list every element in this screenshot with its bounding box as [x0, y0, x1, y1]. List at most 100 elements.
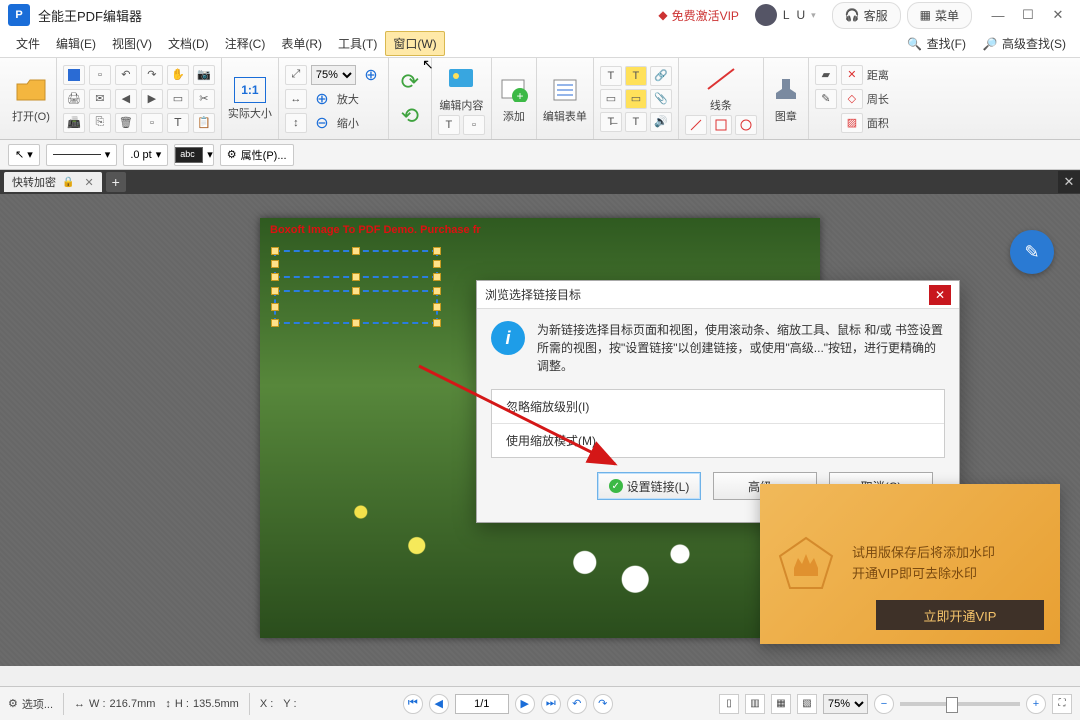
- add-button[interactable]: + 添加: [498, 74, 530, 124]
- last-page-button[interactable]: ⏭: [541, 694, 561, 714]
- opt-ignore-zoom[interactable]: 忽略缩放级别(I): [492, 390, 944, 424]
- trash-button[interactable]: 🗑: [115, 113, 137, 133]
- dialog-titlebar[interactable]: 浏览选择链接目标 ✕: [477, 281, 959, 309]
- fit-height-button[interactable]: ↕: [285, 113, 307, 133]
- undo-button[interactable]: ↶: [115, 65, 137, 85]
- vip-link[interactable]: ◆ 免费激活VIP: [658, 7, 739, 24]
- support-button[interactable]: 🎧 客服: [832, 2, 901, 29]
- arrow-tool[interactable]: ↖ ▾: [8, 144, 40, 166]
- view-single[interactable]: ▯: [719, 694, 739, 714]
- menu-comment[interactable]: 注释(C): [217, 31, 274, 56]
- tab-close-icon[interactable]: ✕: [84, 176, 93, 189]
- scan-button[interactable]: 📠: [63, 113, 85, 133]
- dialog-close-button[interactable]: ✕: [929, 285, 951, 305]
- oval-shape[interactable]: [735, 115, 757, 135]
- strike-tool[interactable]: T̶: [600, 112, 622, 132]
- sound-tool[interactable]: 🔊: [650, 112, 672, 132]
- redo-button[interactable]: ↷: [141, 65, 163, 85]
- color-swatch[interactable]: abc ▾: [174, 144, 214, 166]
- note-tool[interactable]: T: [625, 66, 647, 86]
- close-button[interactable]: ✕: [1044, 4, 1072, 26]
- fit-page-button[interactable]: ⤢: [285, 65, 307, 85]
- callout-tool[interactable]: ▭: [625, 89, 647, 109]
- select-tool[interactable]: ▭: [167, 89, 189, 109]
- set-link-button[interactable]: ✓ 设置链接(L): [597, 472, 701, 500]
- point-size-input[interactable]: .0 pt ▾: [123, 144, 168, 166]
- snapshot-tool[interactable]: 📷: [193, 65, 215, 85]
- pencil-tool[interactable]: ✎: [815, 89, 837, 109]
- refresh-cw-icon[interactable]: ⟳: [395, 67, 425, 97]
- typewriter-tool[interactable]: T: [625, 112, 647, 132]
- edit-content-button[interactable]: 编辑内容: [439, 63, 483, 113]
- save-button[interactable]: [63, 65, 85, 85]
- vip-button[interactable]: 立即开通VIP: [876, 600, 1044, 630]
- highlight-tool[interactable]: T: [600, 66, 622, 86]
- edit-text-tool[interactable]: T: [438, 115, 460, 135]
- history-fwd-button[interactable]: ↷: [593, 694, 613, 714]
- cut-button[interactable]: ✂: [193, 89, 215, 109]
- zoom-out-button[interactable]: −: [874, 694, 894, 714]
- prev-button[interactable]: ◀: [115, 89, 137, 109]
- zoom-in-round-icon[interactable]: ⊕: [311, 89, 333, 109]
- user-name[interactable]: L U ▾: [783, 8, 818, 22]
- menu-file[interactable]: 文件: [8, 31, 48, 56]
- arrow-shape[interactable]: [685, 115, 707, 135]
- main-menu-button[interactable]: ▦ 菜单: [907, 2, 972, 29]
- menu-view[interactable]: 视图(V): [104, 31, 160, 56]
- zoom-in-icon[interactable]: ⊕: [360, 65, 382, 85]
- edit-form-button[interactable]: 编辑表单: [543, 74, 587, 124]
- measure-perimeter-tool[interactable]: ◇: [841, 89, 863, 109]
- menu-document[interactable]: 文档(D): [160, 31, 217, 56]
- fit-width-button[interactable]: ↔: [285, 89, 307, 109]
- open-button[interactable]: 打开(O): [12, 74, 50, 124]
- refresh-ccw-icon[interactable]: ⟲: [395, 101, 425, 131]
- actual-size-button[interactable]: 1:1 实际大小: [228, 77, 272, 121]
- zoom-slider[interactable]: [900, 702, 1020, 706]
- paperclip-tool[interactable]: 📎: [650, 89, 672, 109]
- floating-help-button[interactable]: ✎: [1010, 230, 1054, 274]
- view-facing[interactable]: ▦: [771, 694, 791, 714]
- menu-tools[interactable]: 工具(T): [330, 31, 385, 56]
- avatar[interactable]: [755, 4, 777, 26]
- print-button[interactable]: 🖨: [63, 89, 85, 109]
- line-style[interactable]: ▾: [46, 144, 118, 166]
- measure-area-tool[interactable]: ▨: [841, 113, 863, 133]
- advanced-find-button[interactable]: 🔎 高级查找(S): [976, 32, 1072, 55]
- link-annotation-1[interactable]: [274, 250, 438, 278]
- document-tab[interactable]: 快转加密 🔒 ✕: [4, 172, 102, 192]
- email-button[interactable]: ✉: [89, 89, 111, 109]
- zoom-out-round-icon[interactable]: ⊖: [311, 113, 333, 133]
- properties-button[interactable]: ⚙ 属性(P)...: [220, 144, 294, 166]
- options-button[interactable]: ⚙ 选项...: [8, 696, 53, 712]
- zoom-in-button[interactable]: +: [1026, 694, 1046, 714]
- copy-button[interactable]: ⎘: [89, 113, 111, 133]
- text-select-tool[interactable]: ꓔ: [167, 113, 189, 133]
- history-back-button[interactable]: ↶: [567, 694, 587, 714]
- attach-tool[interactable]: 🔗: [650, 66, 672, 86]
- rect-shape[interactable]: [710, 115, 732, 135]
- find-button[interactable]: 🔍 查找(F): [901, 32, 972, 55]
- next-page-button[interactable]: ▶: [515, 694, 535, 714]
- new-button[interactable]: ▫: [89, 65, 111, 85]
- extra-1-button[interactable]: ▫: [141, 113, 163, 133]
- edit-image-tool[interactable]: ▫: [463, 115, 485, 135]
- menu-form[interactable]: 表单(R): [273, 31, 330, 56]
- lines-button[interactable]: 线条: [705, 63, 737, 113]
- page-input[interactable]: [455, 694, 509, 714]
- menu-window[interactable]: 窗口(W): [385, 31, 444, 56]
- tabstrip-close-button[interactable]: ✕: [1058, 171, 1080, 193]
- minimize-button[interactable]: —: [984, 4, 1012, 26]
- menu-edit[interactable]: 编辑(E): [48, 31, 104, 56]
- first-page-button[interactable]: ⏮: [403, 694, 423, 714]
- add-tab-button[interactable]: +: [106, 172, 126, 192]
- view-continuous[interactable]: ▥: [745, 694, 765, 714]
- maximize-button[interactable]: ☐: [1014, 4, 1042, 26]
- clipboard-button[interactable]: 📋: [193, 113, 215, 133]
- stamp-button[interactable]: 图章: [770, 74, 802, 124]
- opt-use-zoom[interactable]: 使用缩放模式(M): [492, 424, 944, 457]
- prev-page-button[interactable]: ◀: [429, 694, 449, 714]
- next-button[interactable]: ▶: [141, 89, 163, 109]
- zoom-select[interactable]: 75%: [311, 65, 356, 85]
- hand-tool[interactable]: ✋: [167, 65, 189, 85]
- textbox-tool[interactable]: ▭: [600, 89, 622, 109]
